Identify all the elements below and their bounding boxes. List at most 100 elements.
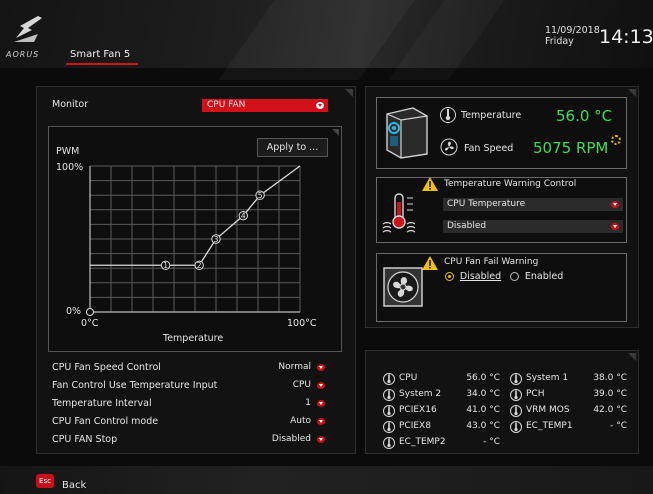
sensor-name: EC_TEMP2 (399, 437, 446, 447)
esc-key-icon[interactable]: Esc (36, 474, 54, 488)
sensor-name: VRM MOS (526, 405, 570, 415)
sensor-value: 41.0 °C (466, 405, 500, 415)
tab-smart-fan[interactable]: Smart Fan 5 (70, 49, 130, 60)
setting-label: CPU Fan Control mode (52, 416, 159, 427)
warning-icon (422, 177, 438, 191)
sensor-name: System 2 (399, 389, 442, 399)
panel-corner (628, 353, 636, 361)
sensor-value: - °C (483, 437, 500, 447)
chevron-down-icon (611, 223, 619, 230)
thermometer-icon (510, 373, 522, 385)
panel-corner (628, 89, 636, 97)
sensor-name: PCIEX8 (399, 421, 431, 431)
decor-streak (388, 0, 511, 80)
sensor-name: CPU (399, 373, 418, 383)
curve-point-label: 1 (163, 261, 168, 270)
panel-corner (332, 129, 339, 136)
setting-label: Fan Control Use Temperature Input (52, 380, 218, 391)
thermometer-icon (383, 421, 395, 433)
setting-value: CPU (292, 380, 311, 390)
bottom-bar (0, 466, 653, 494)
tab-underline (66, 63, 138, 65)
curve-origin-marker (86, 308, 94, 316)
chevron-down-icon (611, 201, 619, 208)
settings-gear-icon[interactable] (611, 135, 621, 145)
monitor-dropdown[interactable]: CPU FAN (202, 99, 328, 112)
pc-case-icon (386, 107, 428, 159)
apply-to-button[interactable]: Apply to ... (257, 138, 328, 157)
sensor-name: PCH (526, 389, 545, 399)
setting-value: Auto (290, 416, 311, 426)
setting-dropdown[interactable]: 1 (299, 397, 329, 410)
sensor-value: 39.0 °C (593, 389, 627, 399)
sensor-name: EC_TEMP1 (526, 421, 573, 431)
setting-dropdown[interactable]: CPU (283, 379, 329, 392)
thermometer-icon (383, 373, 395, 385)
chevron-down-icon (317, 400, 325, 407)
setting-value: Disabled (271, 434, 311, 444)
date: 11/09/2018 (545, 25, 600, 36)
temperature-label: Temperature (461, 110, 522, 121)
thermometer-icon (383, 405, 395, 417)
curve-point-label: 5 (258, 191, 263, 200)
sensor-value: 43.0 °C (466, 421, 500, 431)
thermometer-icon (510, 421, 522, 433)
curve-point-label: 3 (214, 235, 219, 244)
thermometer-icon (510, 405, 522, 417)
sensor-value: - °C (610, 421, 627, 431)
sensor-name: PCIEX16 (399, 405, 437, 415)
temp-source-value: CPU Temperature (447, 199, 526, 209)
fan-fail-option-disabled[interactable]: Disabled (445, 271, 501, 282)
temp-warning-value: Disabled (447, 221, 487, 231)
setting-label: CPU FAN Stop (52, 434, 118, 445)
sensor-value: 34.0 °C (466, 389, 500, 399)
fan-fail-title: CPU Fan Fail Warning (444, 257, 539, 267)
decor-streak (218, 0, 422, 80)
fan-curve-chart[interactable]: 1 2 3 4 5 (80, 160, 312, 318)
temp-warning-dropdown[interactable]: Disabled (443, 220, 623, 233)
option-disabled-label: Disabled (459, 271, 502, 282)
curve-point-label: 4 (241, 211, 246, 220)
radio-selected-icon (445, 272, 454, 281)
curve-point-label: 2 (197, 261, 202, 270)
temp-source-dropdown[interactable]: CPU Temperature (443, 198, 623, 211)
panel-corner (345, 89, 353, 97)
x-left-label: 0°C (81, 318, 99, 329)
setting-label: CPU Fan Speed Control (52, 362, 161, 373)
thermometer-icon (383, 437, 395, 449)
option-enabled-label: Enabled (524, 271, 564, 282)
radio-unselected-icon (510, 272, 519, 281)
hot-thermometer-icon (382, 193, 416, 233)
sensor-name: System 1 (526, 373, 569, 383)
chevron-down-icon (317, 436, 325, 443)
setting-dropdown[interactable]: Auto (267, 415, 329, 428)
setting-value: Normal (278, 362, 311, 372)
chevron-down-icon (317, 364, 325, 371)
monitor-value: CPU FAN (207, 100, 246, 110)
y-bottom-label: 0% (66, 306, 82, 317)
setting-label: Temperature Interval (52, 398, 152, 409)
back-button[interactable]: Back (62, 480, 86, 491)
x-axis-label: Temperature (163, 333, 224, 344)
sensor-value: 38.0 °C (593, 373, 627, 383)
pwm-axis-label: PWM (56, 146, 80, 157)
setting-dropdown[interactable]: Normal (255, 361, 329, 374)
setting-dropdown[interactable]: Disabled (257, 433, 329, 446)
thermometer-icon (383, 389, 395, 401)
temp-warning-title: Temperature Warning Control (444, 179, 577, 189)
clock: 14:13 (599, 26, 653, 48)
day: Friday (545, 36, 574, 47)
fan-speed-value: 5075 RPM (533, 139, 609, 157)
chevron-down-icon (317, 418, 325, 425)
temperature-value: 56.0 °C (556, 107, 613, 125)
x-right-label: 100°C (287, 318, 317, 329)
fan-speed-label: Fan Speed (464, 143, 514, 154)
monitor-label: Monitor (52, 99, 89, 110)
sensor-value: 56.0 °C (466, 373, 500, 383)
thermometer-icon (440, 107, 456, 123)
chevron-down-icon (316, 102, 324, 109)
fan-fail-option-enabled[interactable]: Enabled (510, 271, 563, 282)
fan-icon (440, 138, 458, 156)
date-block: 11/09/2018 Friday (545, 25, 600, 47)
setting-value: 1 (305, 398, 311, 408)
